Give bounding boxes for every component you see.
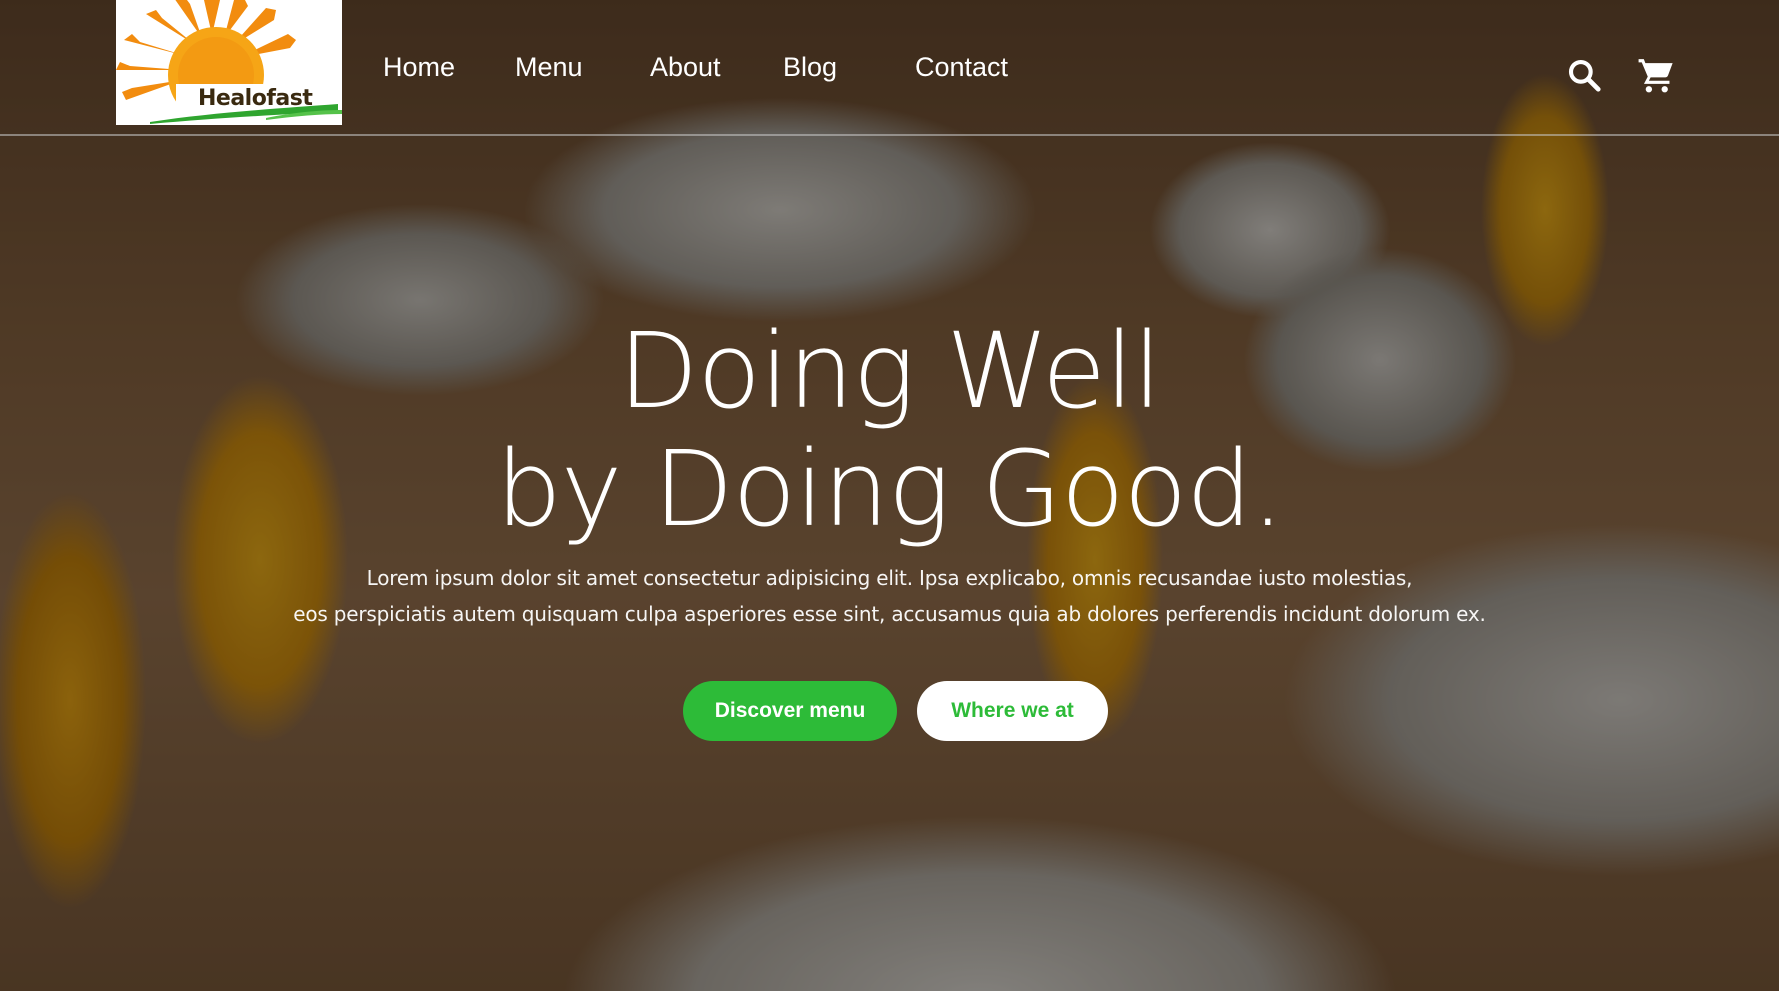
nav-item-contact[interactable]: Contact: [915, 52, 1008, 83]
nav-item-blog[interactable]: Blog: [783, 52, 837, 83]
brand-name: Healofast: [198, 86, 313, 111]
nav-item-menu[interactable]: Menu: [515, 52, 583, 83]
search-icon[interactable]: [1565, 56, 1603, 94]
brand-logo[interactable]: Healofast: [116, 0, 342, 125]
cart-icon[interactable]: [1637, 56, 1675, 94]
hero-subtext-line-1: Lorem ipsum dolor sit amet consectetur a…: [366, 566, 1413, 590]
nav-item-home[interactable]: Home: [383, 52, 455, 83]
where-we-at-button[interactable]: Where we at: [917, 681, 1108, 741]
top-navbar: Healofast Home Menu About Blog Contact: [0, 0, 1779, 136]
hero-section: Healofast Home Menu About Blog Contact D…: [0, 0, 1779, 991]
discover-menu-button[interactable]: Discover menu: [683, 681, 897, 741]
hero-headline-line-2: by Doing Good.: [495, 428, 1285, 550]
hero-headline-line-1: Doing Well: [618, 310, 1162, 432]
hero-subtext-line-2: eos perspiciatis autem quisquam culpa as…: [293, 602, 1486, 626]
nav-item-about[interactable]: About: [650, 52, 721, 83]
